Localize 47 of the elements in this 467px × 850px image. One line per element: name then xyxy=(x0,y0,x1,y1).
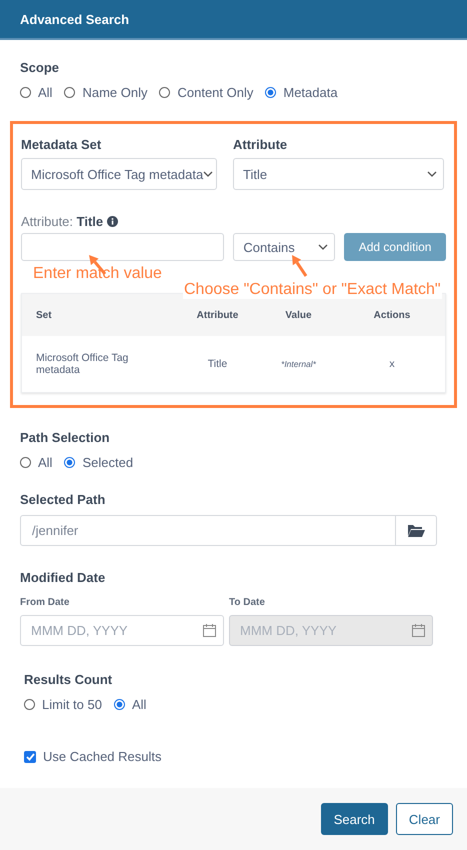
chevron-down-icon xyxy=(203,171,214,177)
radio-button[interactable]: All xyxy=(20,455,52,470)
info-icon xyxy=(107,216,118,227)
table-cell-text: Microsoft Office Tag metadata xyxy=(35,352,130,376)
remove-link[interactable]: x xyxy=(339,358,445,370)
calendar-icon xyxy=(203,624,216,637)
section-label: Results Count xyxy=(24,672,112,687)
field-label: Metadata Set xyxy=(21,137,102,152)
path-field[interactable]: /jennifer xyxy=(20,515,396,546)
column-header: Set xyxy=(35,310,53,320)
column-header: Actions xyxy=(372,310,412,320)
match-value-field[interactable] xyxy=(21,233,224,261)
table-cell-text: *Internal* xyxy=(280,359,317,369)
column-header: Value xyxy=(284,310,313,320)
chevron-down-icon xyxy=(318,244,328,250)
dropdown[interactable]: Contains xyxy=(233,233,336,261)
section-label: Path Selection xyxy=(20,430,110,445)
radio-button[interactable]: Name Only xyxy=(64,85,148,100)
radio-button[interactable]: Content Only xyxy=(159,85,254,100)
radio-button[interactable]: All xyxy=(114,697,146,712)
field-label: From Date xyxy=(20,597,70,608)
radio-button[interactable]: Metadata xyxy=(265,85,338,100)
chevron-down-icon xyxy=(427,171,437,177)
checkbox[interactable]: Use Cached Results xyxy=(24,749,447,764)
check-icon xyxy=(26,752,34,760)
field-label: Attribute xyxy=(233,137,288,152)
window-title: Advanced Search xyxy=(20,12,130,26)
section-label: Modified Date xyxy=(20,570,106,585)
radio-button[interactable]: All xyxy=(20,85,52,100)
field-label: Attribute: Title xyxy=(21,214,104,229)
annotation-text: Choose "Contains" or "Exact Match" xyxy=(183,281,442,299)
clear-button[interactable]: Clear xyxy=(396,803,453,835)
date-field: MMM DD, YYYY xyxy=(229,615,433,646)
section-label: Selected Path xyxy=(20,492,106,507)
field-label: To Date xyxy=(229,597,265,608)
browse-button[interactable] xyxy=(396,515,437,546)
radio-button[interactable]: Selected xyxy=(64,455,134,470)
calendar-icon xyxy=(412,624,425,637)
dropdown[interactable]: Title xyxy=(233,158,444,190)
dropdown[interactable]: Microsoft Office Tag metadata xyxy=(21,158,217,190)
search-button[interactable]: Search xyxy=(320,803,388,835)
section-label: Scope xyxy=(20,60,60,75)
folder-icon xyxy=(407,524,425,537)
radio-button[interactable]: Limit to 50 xyxy=(24,697,102,712)
column-header: Attribute xyxy=(196,310,240,320)
annotation-arrow xyxy=(292,255,308,277)
table-cell-text: Title xyxy=(206,358,228,370)
